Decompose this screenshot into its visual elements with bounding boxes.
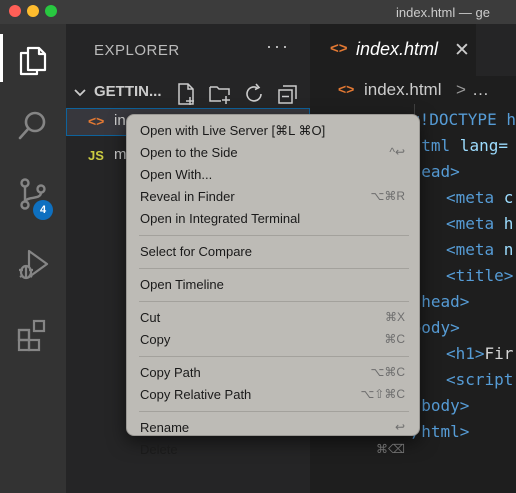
menu-separator bbox=[139, 411, 409, 412]
menu-item-label: Copy Path bbox=[140, 365, 201, 380]
extensions-view-button[interactable] bbox=[0, 304, 66, 364]
menu-item[interactable]: Copy Relative Path ⌥⇧⌘C bbox=[127, 384, 421, 406]
code-line: <meta h bbox=[446, 214, 513, 240]
menu-item-label: Delete bbox=[140, 442, 178, 457]
files-icon bbox=[19, 46, 47, 76]
menu-item[interactable]: Open in Integrated Terminal bbox=[127, 208, 421, 230]
menu-item-shortcut: ⌘⌫ bbox=[376, 442, 405, 456]
menu-item-label: Select for Compare bbox=[140, 244, 252, 259]
explorer-view-button[interactable] bbox=[0, 28, 66, 88]
context-menu: Open with Live Server [⌘L ⌘O] Open to the… bbox=[126, 114, 421, 457]
code-text: c bbox=[494, 188, 514, 207]
menu-item-label: Open Timeline bbox=[140, 277, 224, 292]
file-name: in bbox=[114, 112, 126, 129]
breadcrumb-file[interactable]: index.html bbox=[364, 80, 441, 100]
title-bar: index.html — ge bbox=[0, 0, 516, 24]
folder-name: GETTIN... bbox=[94, 83, 162, 100]
menu-item[interactable]: Delete ⌘⌫ bbox=[127, 439, 421, 461]
code-tag: <script bbox=[446, 370, 514, 389]
code-tag: <!DOCTYPE h bbox=[410, 110, 516, 129]
code-tag: <meta bbox=[446, 240, 495, 259]
menu-item[interactable]: Copy Path ⌥⌘C bbox=[127, 362, 421, 384]
menu-item[interactable]: Open With... bbox=[127, 164, 421, 186]
code-tag: <h1> bbox=[446, 344, 485, 363]
code-line: <title> bbox=[446, 266, 513, 292]
code-text: lang= bbox=[450, 136, 508, 155]
code-line: <script bbox=[446, 370, 513, 396]
extensions-icon bbox=[17, 319, 46, 352]
menu-item[interactable]: Copy ⌘C bbox=[127, 329, 421, 351]
search-icon bbox=[18, 111, 46, 140]
html-file-icon: <> bbox=[338, 81, 355, 97]
menu-item-shortcut: ⌥⌘R bbox=[370, 189, 406, 203]
close-window-button[interactable] bbox=[9, 5, 21, 17]
javascript-file-icon: JS bbox=[88, 148, 104, 163]
menu-item-shortcut: ⌥⌘C bbox=[370, 365, 406, 379]
menu-item-shortcut: ↩ bbox=[394, 420, 405, 434]
code-tag: <meta bbox=[446, 214, 495, 233]
code-text: n bbox=[494, 240, 514, 259]
close-icon[interactable]: ✕ bbox=[454, 39, 470, 62]
source-control-badge: 4 bbox=[33, 200, 53, 220]
menu-item-label: Reveal in Finder bbox=[140, 189, 235, 204]
menu-item-label: Cut bbox=[140, 310, 161, 325]
tab-label: index.html bbox=[356, 39, 439, 59]
run-debug-icon bbox=[19, 249, 49, 280]
menu-item-label: Copy bbox=[140, 332, 171, 347]
menu-item[interactable]: Open Timeline bbox=[127, 274, 421, 296]
menu-separator bbox=[139, 268, 409, 269]
menu-item-label: Open With... bbox=[140, 167, 213, 182]
code-text: Fir bbox=[484, 344, 514, 363]
menu-item-label: Open to the Side bbox=[140, 145, 238, 160]
html-file-icon: <> bbox=[330, 40, 348, 57]
source-control-view-button[interactable] bbox=[0, 164, 66, 224]
more-actions-button[interactable]: ··· bbox=[266, 36, 290, 57]
menu-item-shortcut: ⌘C bbox=[384, 332, 405, 346]
folder-header[interactable]: GETTIN... bbox=[66, 78, 310, 106]
new-file-icon[interactable] bbox=[174, 82, 198, 106]
zoom-window-button[interactable] bbox=[45, 5, 57, 17]
menu-item[interactable]: Open to the Side ^↩ bbox=[127, 142, 421, 164]
menu-item[interactable]: Rename ↩ bbox=[127, 417, 421, 439]
code-line: <!DOCTYPE h bbox=[410, 110, 516, 136]
file-name: m bbox=[114, 146, 127, 163]
menu-item[interactable]: Open with Live Server [⌘L ⌘O] bbox=[127, 120, 421, 142]
breadcrumb-more[interactable]: … bbox=[472, 80, 489, 100]
code-line: <meta n bbox=[446, 240, 513, 266]
menu-item-label: Open with Live Server [⌘L ⌘O] bbox=[140, 123, 326, 138]
explorer-title: EXPLORER bbox=[94, 42, 180, 59]
code-line: <h1>Fir bbox=[446, 344, 513, 370]
run-debug-view-button[interactable] bbox=[0, 234, 66, 294]
editor-tab-bar: <> index.html ✕ bbox=[310, 24, 516, 76]
menu-item-shortcut: ^↩ bbox=[389, 145, 405, 159]
menu-separator bbox=[139, 235, 409, 236]
chevron-down-icon bbox=[74, 89, 86, 97]
minimize-window-button[interactable] bbox=[27, 5, 39, 17]
menu-item[interactable]: Select for Compare bbox=[127, 241, 421, 263]
activity-bar: 4 bbox=[0, 24, 66, 493]
menu-item-label: Open in Integrated Terminal bbox=[140, 211, 301, 226]
code-text: h bbox=[494, 214, 514, 233]
window-title: index.html — ge bbox=[396, 5, 490, 20]
search-view-button[interactable] bbox=[0, 96, 66, 156]
breadcrumb: <> index.html > … bbox=[310, 76, 516, 104]
code-tag: <title> bbox=[446, 266, 514, 285]
code-tag: <meta bbox=[446, 188, 495, 207]
chevron-right-icon: > bbox=[456, 80, 466, 99]
html-file-icon: <> bbox=[88, 113, 105, 129]
refresh-icon[interactable] bbox=[242, 82, 266, 106]
menu-separator bbox=[139, 301, 409, 302]
tab-index-html[interactable]: <> index.html ✕ bbox=[310, 24, 476, 76]
menu-item-label: Copy Relative Path bbox=[140, 387, 252, 402]
collapse-all-icon[interactable] bbox=[276, 82, 300, 106]
new-folder-icon[interactable] bbox=[208, 82, 232, 106]
menu-item-shortcut: ⌥⇧⌘C bbox=[360, 387, 405, 401]
menu-separator bbox=[139, 356, 409, 357]
menu-item-shortcut: ⌘X bbox=[384, 310, 405, 324]
menu-item[interactable]: Reveal in Finder ⌥⌘R bbox=[127, 186, 421, 208]
menu-item[interactable]: Cut ⌘X bbox=[127, 307, 421, 329]
menu-item-label: Rename bbox=[140, 420, 190, 435]
code-line: <meta c bbox=[446, 188, 513, 214]
